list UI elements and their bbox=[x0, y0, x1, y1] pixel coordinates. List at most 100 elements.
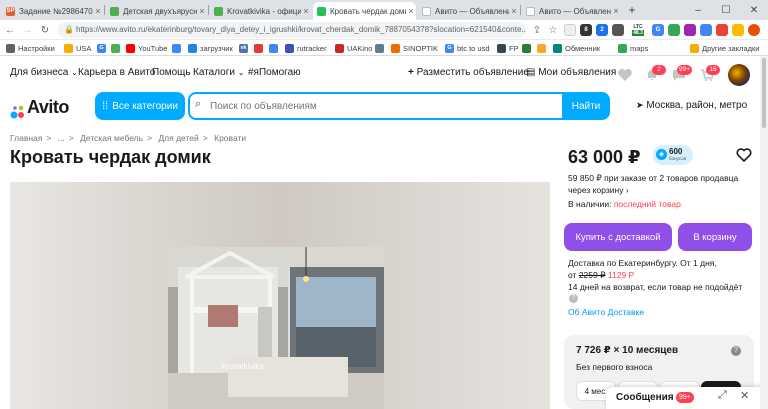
tab-avito-1[interactable]: Авито — Объявления н × bbox=[418, 2, 519, 20]
question-icon[interactable]: ? bbox=[569, 294, 578, 303]
extension-icon[interactable] bbox=[732, 24, 744, 36]
extension-icon[interactable] bbox=[700, 24, 712, 36]
nav-help-link[interactable]: Помощь bbox=[152, 67, 191, 78]
reload-icon[interactable]: ↻ bbox=[38, 23, 52, 37]
extension-icon[interactable] bbox=[668, 24, 680, 36]
bookmark-rutracker[interactable]: rutracker bbox=[285, 42, 327, 54]
bookmark-fp[interactable]: FP bbox=[497, 42, 519, 54]
nav-business-link[interactable]: Для бизнеса ⌄ bbox=[10, 67, 78, 78]
bookmark-site[interactable] bbox=[537, 42, 549, 54]
extension-icon[interactable]: 8 bbox=[580, 24, 592, 36]
address-bar[interactable]: 🔒 https://www.avito.ru/ekaterinburg/tova… bbox=[58, 22, 526, 38]
tab-label: Авито — Объявления н bbox=[539, 6, 611, 16]
nav-hashtag-link[interactable]: #яПомогаю bbox=[248, 67, 301, 78]
extension-icon[interactable] bbox=[716, 24, 728, 36]
bookmark-site[interactable] bbox=[172, 42, 184, 54]
buy-with-delivery-button[interactable]: Купить с доставкой bbox=[564, 223, 672, 251]
expand-icon[interactable]: ⤢ bbox=[718, 389, 727, 402]
add-to-cart-button[interactable]: В корзину bbox=[678, 223, 752, 251]
other-bookmarks[interactable]: Другие закладки bbox=[690, 42, 759, 54]
extension-icon[interactable] bbox=[564, 24, 576, 36]
bookmark-btc-to-usd[interactable]: Gbtc to usd bbox=[445, 42, 490, 54]
ltc-price-extension[interactable]: LTC 48.3 bbox=[628, 24, 648, 36]
close-tab-icon[interactable]: × bbox=[301, 6, 311, 16]
bookmark-youtube[interactable]: YouTube bbox=[126, 42, 167, 54]
minimize-button[interactable]: – bbox=[684, 0, 712, 20]
question-icon[interactable]: ? bbox=[731, 346, 741, 356]
availability: В наличии: последний товар bbox=[568, 198, 681, 210]
breadcrumb-link[interactable]: Для детей bbox=[158, 133, 198, 143]
close-tab-icon[interactable]: × bbox=[611, 6, 621, 16]
site-icon bbox=[375, 43, 384, 53]
sp-favicon-icon: SP bbox=[6, 6, 15, 16]
cart-icon[interactable]: 16 bbox=[700, 65, 720, 82]
maximize-button[interactable]: ☐ bbox=[712, 0, 740, 20]
scrollbar-thumb[interactable] bbox=[762, 58, 766, 128]
favorites-heart-icon[interactable] bbox=[617, 68, 635, 82]
nav-career-link[interactable]: Карьера в Авито bbox=[78, 67, 155, 78]
extension-icon[interactable]: 2 bbox=[596, 24, 608, 36]
site-icon bbox=[111, 43, 120, 53]
bookmark-star-icon[interactable]: ☆ bbox=[546, 23, 560, 37]
search-button[interactable]: Найти bbox=[562, 92, 610, 120]
tab-detskaya[interactable]: Детская двухъярусная × bbox=[106, 2, 207, 20]
bookmark-zagruzchik[interactable]: загрузчик bbox=[188, 42, 233, 54]
nav-catalogs-link[interactable]: Каталоги ⌄ bbox=[193, 67, 244, 78]
my-ads-link[interactable]: ▤ Мои объявления bbox=[526, 67, 616, 78]
user-avatar[interactable] bbox=[728, 64, 750, 86]
breadcrumb-link[interactable]: Кровати bbox=[214, 133, 246, 143]
back-arrow-icon[interactable]: ← bbox=[3, 23, 17, 37]
bookmark-obmennik[interactable]: Обменник bbox=[553, 42, 600, 54]
tab-krovat-cherdak-active[interactable]: Кровать чердак домик × bbox=[313, 2, 416, 20]
bookmark-google[interactable]: G bbox=[97, 42, 109, 54]
bonus-badge[interactable]: ◈ 600 бонусов bbox=[653, 145, 693, 165]
new-tab-button[interactable]: + bbox=[622, 0, 642, 20]
close-icon[interactable]: ✕ bbox=[740, 389, 749, 402]
bonus-label: бонусов bbox=[669, 156, 686, 161]
bookmark-usa[interactable]: USA bbox=[64, 42, 91, 54]
search-input[interactable] bbox=[210, 94, 540, 118]
about-delivery-link[interactable]: Об Авито Доставке bbox=[568, 306, 644, 318]
bookmark-site[interactable] bbox=[522, 42, 534, 54]
bookmark-site[interactable] bbox=[111, 42, 123, 54]
share-icon[interactable]: ⇪ bbox=[530, 23, 544, 37]
bookmark-settings[interactable]: Настройки bbox=[6, 42, 55, 54]
chevron-right-icon: › bbox=[625, 185, 629, 195]
download-icon bbox=[188, 43, 197, 53]
breadcrumb-link[interactable]: ... bbox=[58, 133, 65, 143]
extension-icon[interactable] bbox=[684, 24, 696, 36]
messages-panel[interactable]: Сообщения 99+ ⤢ ✕ bbox=[606, 387, 768, 409]
close-tab-icon[interactable]: × bbox=[93, 6, 103, 16]
bookmark-maps[interactable]: maps bbox=[618, 42, 648, 54]
bookmark-site[interactable] bbox=[254, 42, 266, 54]
location-selector[interactable]: ➤ Москва, район, метро bbox=[636, 100, 747, 111]
post-ad-link[interactable]: + Разместить объявление bbox=[408, 67, 529, 78]
profile-avatar[interactable] bbox=[748, 24, 760, 36]
extension-icon[interactable] bbox=[612, 24, 624, 36]
tab-avito-2[interactable]: Авито — Объявления н × bbox=[522, 2, 621, 20]
bookmark-sinoptik[interactable]: SINOPTIK bbox=[391, 42, 438, 54]
close-tab-icon[interactable]: × bbox=[197, 6, 207, 16]
forward-arrow-icon[interactable]: → bbox=[20, 23, 34, 37]
close-tab-icon[interactable]: × bbox=[509, 6, 519, 16]
tab-zadanie[interactable]: SP Задание №2986470 - п × bbox=[2, 2, 103, 20]
notifications-bell-icon[interactable]: 2 bbox=[645, 65, 666, 82]
via-cart-link[interactable]: через корзину › bbox=[568, 184, 629, 196]
bookmark-site[interactable] bbox=[375, 42, 387, 54]
messages-icon[interactable]: 99+ bbox=[672, 65, 693, 82]
avito-logo[interactable]: Avito bbox=[10, 97, 69, 119]
nav-label: Каталоги bbox=[193, 67, 235, 78]
breadcrumb-link[interactable]: Главная bbox=[10, 133, 42, 143]
all-categories-button[interactable]: ⁞⁞ Все категории bbox=[95, 92, 185, 120]
add-to-favorites-heart-icon[interactable] bbox=[736, 147, 752, 163]
bookmark-site[interactable] bbox=[269, 42, 281, 54]
bookmark-uakino[interactable]: UAKino bbox=[335, 42, 372, 54]
close-window-button[interactable]: ✕ bbox=[740, 0, 768, 20]
product-photo[interactable]: krovatkivika bbox=[168, 247, 384, 409]
bookmark-vk[interactable]: vk bbox=[239, 42, 251, 54]
tab-krovatkivika[interactable]: Krovatkivika - официал × bbox=[210, 2, 311, 20]
close-tab-icon[interactable]: × bbox=[406, 6, 416, 16]
google-extension-icon[interactable]: G bbox=[652, 24, 664, 36]
photo-gallery[interactable]: krovatkivika bbox=[10, 182, 550, 409]
breadcrumb-link[interactable]: Детская мебель bbox=[80, 133, 143, 143]
